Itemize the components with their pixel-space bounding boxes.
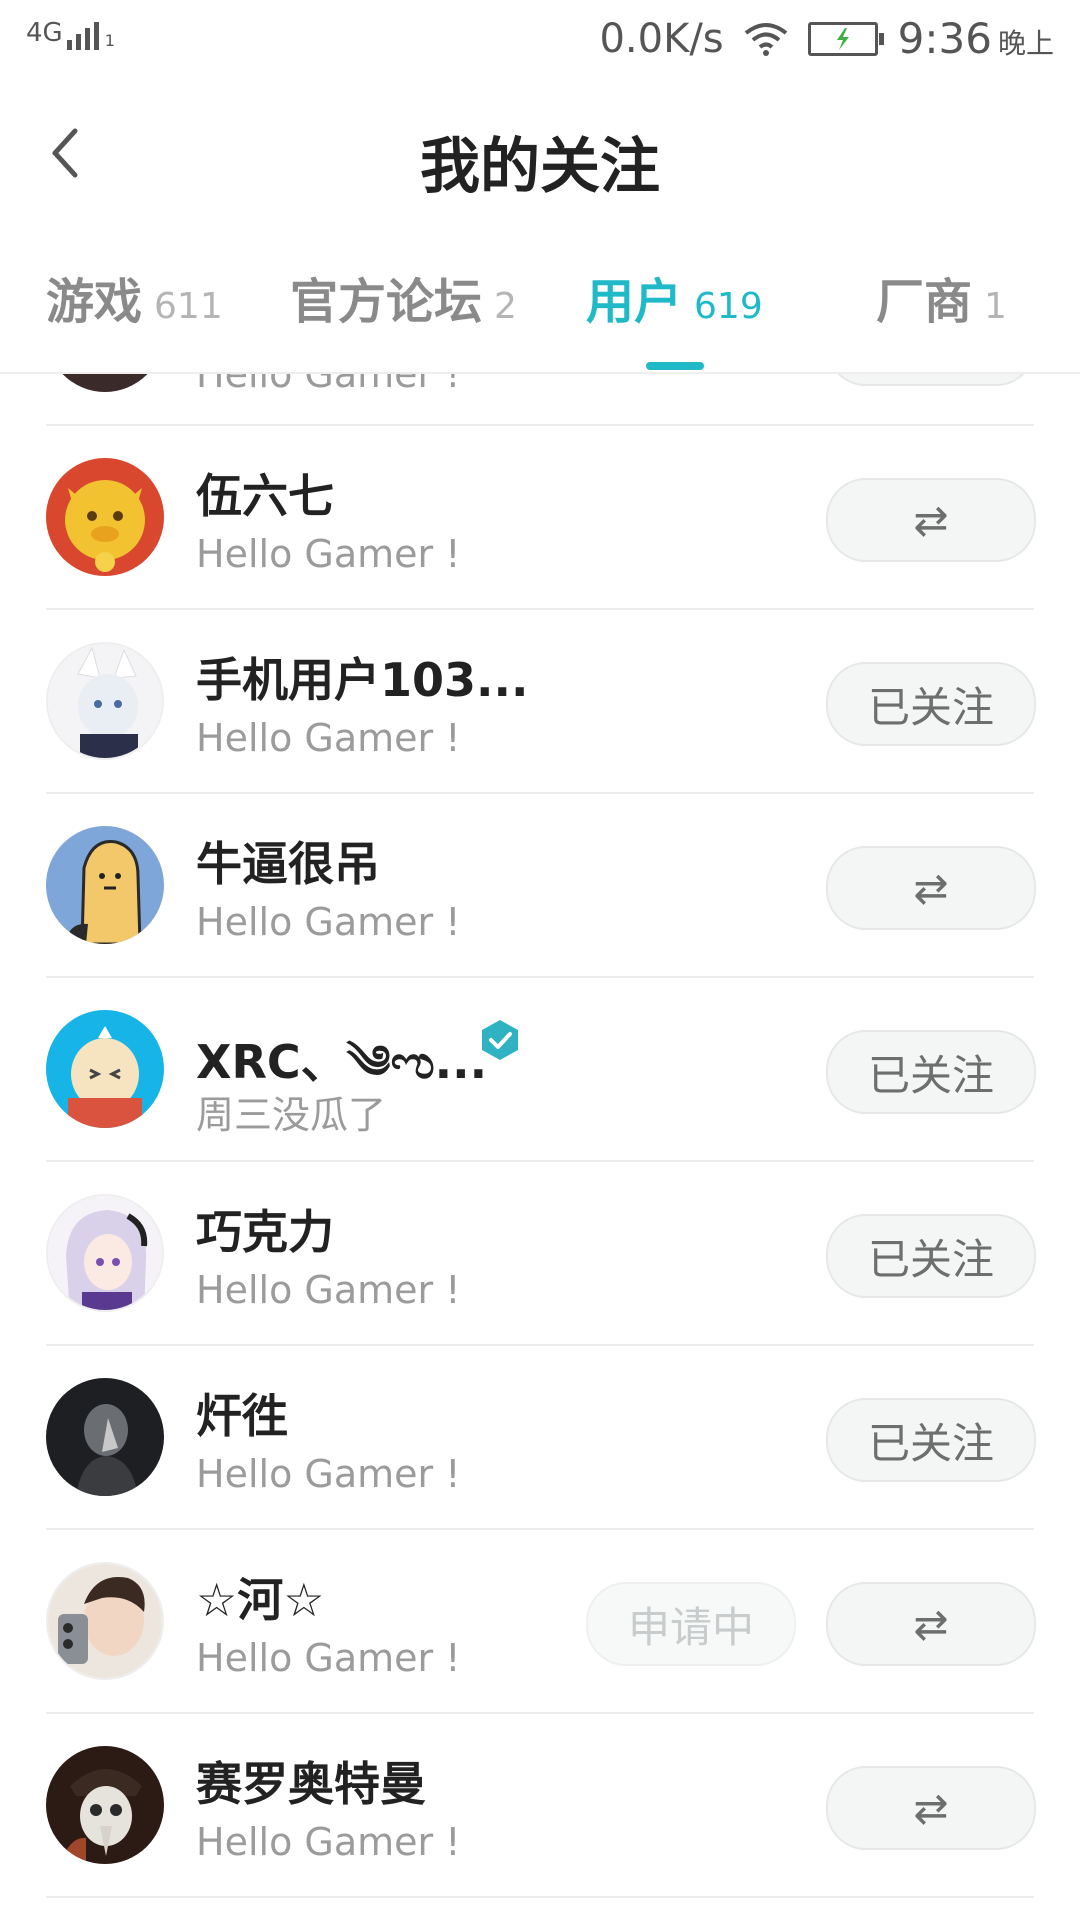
divider: [46, 1896, 1034, 1898]
list-item[interactable]: 牛逼很吊 Hello Gamer ! ⇄: [0, 794, 1080, 978]
list-item[interactable]: 巧克力 Hello Gamer ! 已关注: [0, 1162, 1080, 1346]
list-item-subtitle: Hello Gamer !: [196, 1452, 461, 1496]
signal-bars-icon: [66, 20, 99, 50]
avatar: [46, 826, 164, 944]
avatar: [46, 1378, 164, 1496]
list-item-name: ☆河☆: [196, 1573, 325, 1627]
swap-arrows-icon: ⇄: [913, 1783, 949, 1833]
page-title: 我的关注: [420, 132, 660, 202]
tab-label: 官方论坛: [290, 274, 483, 330]
mutual-follow-button[interactable]: ⇄: [826, 1582, 1036, 1666]
list-item-name: 巧克力: [196, 1205, 334, 1259]
followed-button[interactable]: 已关注: [826, 1214, 1036, 1298]
tab-count: 619: [694, 286, 763, 327]
avatar: [46, 1194, 164, 1312]
tab-games[interactable]: 游戏 611: [46, 262, 223, 362]
swap-arrows-icon: ⇄: [913, 1599, 949, 1649]
list-item[interactable]: 赛罗奥特曼 Hello Gamer ! ⇄: [0, 1714, 1080, 1898]
clock: 9:36: [897, 14, 992, 63]
sim-slot: 1: [104, 31, 115, 50]
followed-button[interactable]: 已关注: [826, 1398, 1036, 1482]
avatar: [46, 1562, 164, 1680]
battery-icon: [807, 21, 884, 56]
avatar: [46, 458, 164, 576]
mutual-follow-button[interactable]: ⇄: [826, 478, 1036, 562]
list-item-name: 赛罗奥特曼: [196, 1757, 426, 1811]
tab-indicator: [646, 362, 704, 370]
button-label: 申请中: [627, 1602, 754, 1652]
network-type: 4G: [26, 18, 63, 48]
list-item-subtitle: Hello Gamer !: [196, 1268, 461, 1312]
list-item[interactable]: ☆河☆ Hello Gamer ! 申请中 ⇄: [0, 1530, 1080, 1714]
list-item-name: 手机用户103...: [196, 653, 529, 707]
verified-badge-icon: [482, 1020, 518, 1060]
followed-button[interactable]: 已关注: [826, 1030, 1036, 1114]
status-bar: 4G 1 0.0K/s 9:36 晚上: [0, 0, 1080, 78]
swap-arrows-icon: ⇄: [913, 495, 949, 545]
header: 我的关注: [0, 78, 1080, 228]
list-item-subtitle: Hello Gamer !: [196, 532, 461, 576]
list-item-subtitle: Hello Gamer !: [196, 716, 461, 760]
wifi-icon: [744, 22, 787, 56]
tab-users[interactable]: 用户 619: [586, 262, 763, 362]
list-item-subtitle: Hello Gamer !: [196, 1820, 461, 1864]
button-label: 已关注: [867, 1234, 994, 1284]
tab-label: 用户: [586, 274, 683, 330]
pending-request-button[interactable]: 申请中: [586, 1582, 796, 1666]
tab-count: 2: [494, 286, 517, 327]
list-item[interactable]: 手机用户103... Hello Gamer ! 已关注: [0, 610, 1080, 794]
following-list[interactable]: Hello Gamer ! 伍六七 Hello Gamer ! ⇄ 手机用户10…: [0, 374, 1080, 1920]
list-item-name: 㶥徃: [196, 1389, 288, 1443]
list-item-name: 伍六七: [196, 469, 334, 523]
button-label: 已关注: [867, 1050, 994, 1100]
list-item[interactable]: Hello Gamer !: [0, 374, 1080, 426]
list-item-subtitle: 周三没瓜了: [196, 1093, 387, 1137]
followed-button[interactable]: 已关注: [826, 662, 1036, 746]
button-label: 已关注: [867, 682, 994, 732]
list-item-subtitle: Hello Gamer !: [196, 900, 461, 944]
list-item[interactable]: 㶥徃 Hello Gamer ! 已关注: [0, 1346, 1080, 1530]
signal-indicator: 4G 1: [26, 20, 115, 50]
list-item-subtitle: Hello Gamer !: [196, 1636, 461, 1680]
avatar: [46, 642, 164, 760]
mutual-follow-button[interactable]: ⇄: [826, 1766, 1036, 1850]
list-item-name: 牛逼很吊: [196, 837, 380, 891]
avatar: [46, 374, 164, 392]
list-item[interactable]: XRC、༄ಌ... 周三没瓜了 已关注: [0, 978, 1080, 1162]
tab-official-forum[interactable]: 官方论坛 2: [290, 262, 517, 362]
follow-toggle-button[interactable]: [826, 374, 1036, 386]
clock-period: 晚上: [997, 27, 1054, 60]
avatar: [46, 1010, 164, 1128]
button-label: 已关注: [867, 1418, 994, 1468]
net-speed: 0.0K/s: [599, 15, 724, 62]
mutual-follow-button[interactable]: ⇄: [826, 846, 1036, 930]
avatar: [46, 1746, 164, 1864]
screen: 4G 1 0.0K/s 9:36 晚上 我的关注 游戏 611 官方论坛 2 用…: [0, 0, 1080, 1920]
tab-vendors[interactable]: 厂商 1: [876, 262, 1007, 362]
tab-count: 1: [984, 286, 1007, 327]
tab-bar: 游戏 611 官方论坛 2 用户 619 厂商 1: [0, 262, 1080, 374]
tab-label: 厂商: [876, 274, 973, 330]
swap-arrows-icon: ⇄: [913, 863, 949, 913]
tab-label: 游戏: [46, 274, 143, 330]
list-item[interactable]: 伍六七 Hello Gamer ! ⇄: [0, 426, 1080, 610]
tab-count: 611: [154, 286, 223, 327]
list-item-subtitle: Hello Gamer !: [196, 374, 461, 396]
